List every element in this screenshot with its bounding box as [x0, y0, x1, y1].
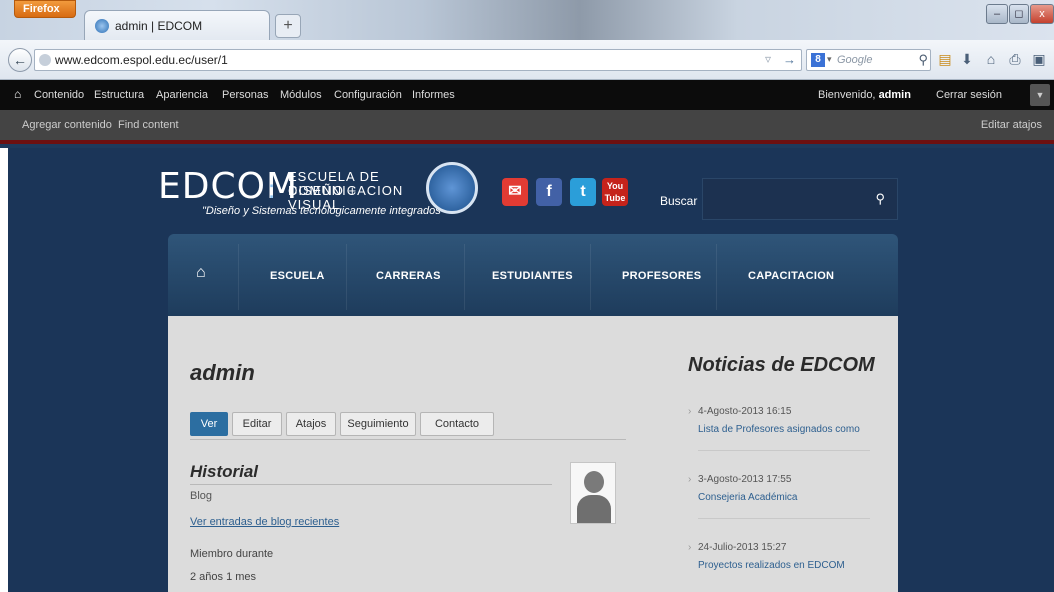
- member-for-label: Miembro durante: [190, 548, 274, 560]
- minimize-button[interactable]: –: [986, 4, 1008, 24]
- chevron-right-icon: ›: [688, 542, 692, 553]
- main-content: admin Ver Editar Atajos Seguimiento Cont…: [168, 316, 898, 592]
- news-link[interactable]: Proyectos realizados en EDCOM: [698, 560, 845, 571]
- tab-contacto[interactable]: Contacto: [420, 412, 494, 436]
- bookmark-star-icon[interactable]: ▿: [765, 52, 771, 66]
- browser-tab[interactable]: admin | EDCOM: [84, 10, 270, 40]
- menu-contenido[interactable]: Contenido: [34, 89, 84, 101]
- tab-editar[interactable]: Editar: [232, 412, 282, 436]
- menu-modulos[interactable]: Módulos: [280, 89, 322, 101]
- facebook-icon[interactable]: f: [536, 178, 562, 206]
- new-tab-button[interactable]: +: [275, 14, 301, 38]
- page-title: admin: [190, 360, 255, 385]
- news-link[interactable]: Consejeria Académica: [698, 492, 798, 503]
- main-navigation: ⌂ ESCUELA CARRERAS ESTUDIANTES PROFESORE…: [168, 234, 898, 316]
- url-bar[interactable]: www.edcom.espol.edu.ec/user/1 ▿ →: [34, 49, 802, 71]
- nav-capacitacion[interactable]: CAPACITACION: [748, 270, 834, 282]
- go-arrow-icon[interactable]: →: [783, 52, 796, 67]
- search-bar[interactable]: 8 ▾ Google ⚲: [806, 49, 931, 71]
- news-heading: Noticias de EDCOM: [688, 354, 875, 376]
- find-content-link[interactable]: Find content: [118, 119, 179, 131]
- maximize-button[interactable]: ◻: [1009, 4, 1029, 24]
- engine-dropdown-icon[interactable]: ▾: [827, 54, 832, 65]
- back-arrow-icon: ←: [13, 52, 27, 68]
- twitter-icon[interactable]: t: [570, 178, 596, 206]
- blog-label: Blog: [190, 490, 213, 502]
- site-search-icon[interactable]: ⚲: [875, 191, 885, 207]
- tab-seguimiento[interactable]: Seguimiento: [340, 412, 416, 436]
- news-date: 4-Agosto-2013 16:15: [698, 406, 792, 417]
- nav-separator: [464, 244, 465, 310]
- recent-blog-link[interactable]: Ver entradas de blog recientes: [190, 516, 339, 528]
- nav-profesores[interactable]: PROFESORES: [622, 270, 701, 282]
- favicon-icon: [95, 19, 109, 33]
- divider: [698, 450, 870, 451]
- admin-home-icon[interactable]: ⌂: [14, 87, 21, 101]
- home-icon[interactable]: ⌂: [982, 50, 1000, 68]
- nav-escuela[interactable]: ESCUELA: [270, 270, 325, 282]
- avatar-body: [577, 495, 611, 523]
- toolbar-drawer-toggle[interactable]: ▼: [1030, 84, 1050, 106]
- menu-estructura[interactable]: Estructura: [94, 89, 144, 101]
- logo-separator: :: [268, 174, 276, 204]
- back-button[interactable]: ←: [8, 48, 32, 72]
- close-window-button[interactable]: x: [1030, 4, 1054, 24]
- user-silhouette-icon: [584, 471, 604, 493]
- history-heading: Historial: [190, 462, 259, 481]
- download-icon[interactable]: ⬇: [958, 50, 976, 68]
- addon-icon[interactable]: ▣: [1030, 50, 1048, 68]
- search-placeholder: Google: [837, 54, 873, 66]
- print-icon[interactable]: ⎙: [1006, 50, 1024, 68]
- site-identity-icon[interactable]: [39, 54, 51, 66]
- espol-seal-icon: [426, 162, 478, 214]
- news-link[interactable]: Lista de Profesores asignados como: [698, 424, 860, 435]
- nav-home-icon[interactable]: ⌂: [196, 264, 206, 282]
- youtube-icon[interactable]: You Tube: [602, 178, 628, 206]
- menu-apariencia[interactable]: Apariencia: [156, 89, 208, 101]
- site-logo[interactable]: EDCOM : ESCUELA DE DISEÑO + COMUNICACION…: [158, 166, 445, 226]
- mail-icon[interactable]: ✉: [502, 178, 528, 206]
- firefox-menu-button[interactable]: Firefox: [14, 0, 76, 18]
- tab-atajos[interactable]: Atajos: [286, 412, 336, 436]
- welcome-text: Bienvenido, admin: [818, 89, 911, 101]
- search-label: Buscar: [660, 194, 698, 208]
- nav-separator: [346, 244, 347, 310]
- nav-estudiantes[interactable]: ESTUDIANTES: [492, 270, 573, 282]
- bookmarks-icon[interactable]: ▤: [936, 50, 954, 68]
- browser-title-bar: Firefox admin | EDCOM + – ◻ x: [0, 0, 1054, 40]
- news-date: 24-Julio-2013 15:27: [698, 542, 787, 553]
- chevron-right-icon: ›: [688, 474, 692, 485]
- logo-brand: EDCOM: [158, 166, 298, 207]
- tab-ver[interactable]: Ver: [190, 412, 228, 436]
- divider: [190, 484, 552, 485]
- nav-separator: [238, 244, 239, 310]
- member-for-value: 2 años 1 mes: [190, 571, 257, 583]
- menu-configuracion[interactable]: Configuración: [334, 89, 402, 101]
- navigation-toolbar: ← www.edcom.espol.edu.ec/user/1 ▿ → 8 ▾ …: [0, 40, 1054, 80]
- avatar: [570, 462, 616, 524]
- divider: [698, 518, 870, 519]
- menu-personas[interactable]: Personas: [222, 89, 268, 101]
- news-date: 3-Agosto-2013 17:55: [698, 474, 792, 485]
- admin-toolbar: ⌂ Contenido Estructura Apariencia Person…: [0, 80, 1054, 110]
- url-text[interactable]: www.edcom.espol.edu.ec/user/1: [55, 53, 228, 67]
- menu-informes[interactable]: Informes: [412, 89, 455, 101]
- search-icon[interactable]: ⚲: [918, 52, 928, 68]
- site-search-input[interactable]: ⚲: [702, 178, 898, 220]
- username[interactable]: admin: [879, 89, 911, 101]
- tab-title: admin | EDCOM: [115, 19, 203, 33]
- edit-shortcuts-link[interactable]: Editar atajos: [981, 119, 1042, 131]
- profile-tabs: Ver Editar Atajos Seguimiento Contacto: [190, 412, 626, 440]
- page-body: EDCOM : ESCUELA DE DISEÑO + COMUNICACION…: [0, 148, 1054, 592]
- shortcuts-bar: Agregar contenido Find content Editar at…: [0, 110, 1054, 144]
- nav-separator: [716, 244, 717, 310]
- chevron-right-icon: ›: [688, 406, 692, 417]
- nav-separator: [590, 244, 591, 310]
- nav-carreras[interactable]: CARRERAS: [376, 270, 441, 282]
- logo-slogan: "Diseño y Sistemas tecnológicamente inte…: [202, 205, 445, 217]
- search-engine-icon[interactable]: 8: [811, 53, 825, 67]
- add-content-link[interactable]: Agregar contenido: [22, 119, 112, 131]
- logout-link[interactable]: Cerrar sesión: [936, 89, 1002, 101]
